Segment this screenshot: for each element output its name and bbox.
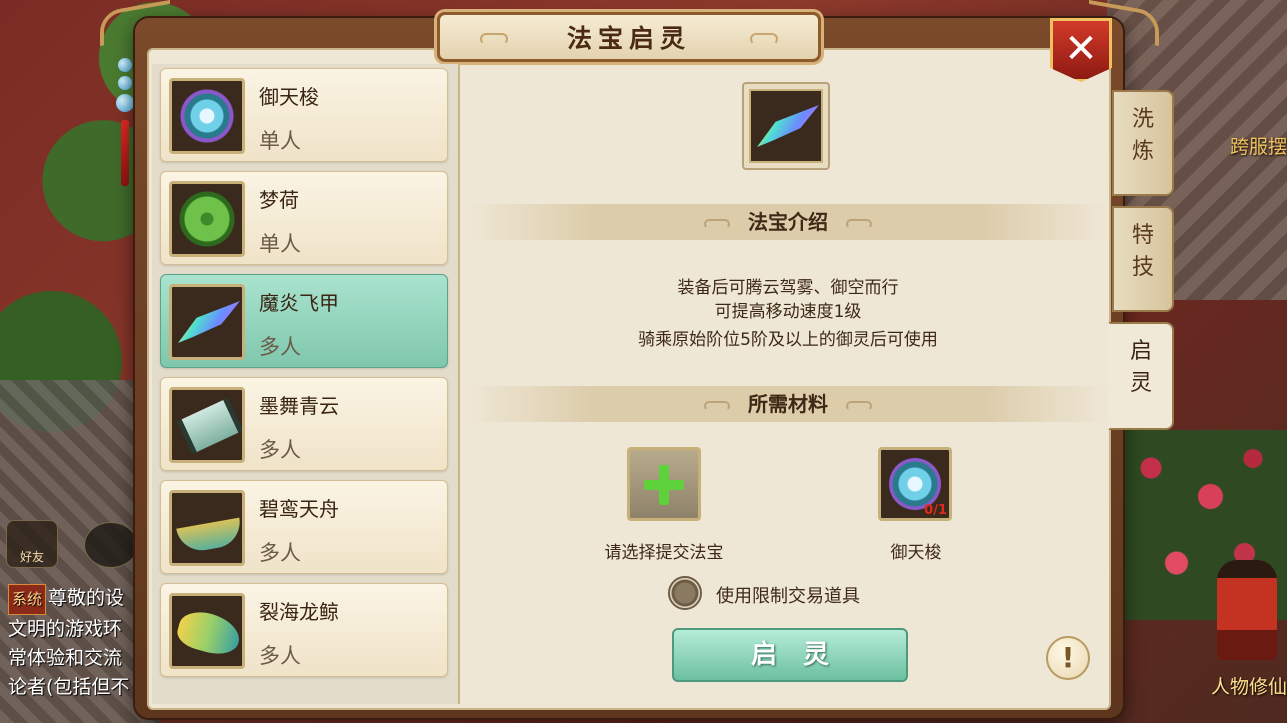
cloud-ornament-icon [480, 33, 508, 45]
artifact-kind: 多人 [259, 438, 301, 462]
submit-artifact-slot[interactable] [627, 447, 701, 521]
artifact-name: 魔炎飞甲 [259, 291, 339, 315]
artifact-name: 墨舞青云 [259, 394, 339, 418]
artifact-list[interactable]: 御天梭 单人 梦荷 单人 魔炎飞甲 多人 墨舞青云 多人 碧鸾天舟 多人 裂海龙… [152, 64, 460, 704]
intro-line: 装备后可腾云驾雾、御空而行 [677, 278, 899, 298]
chat-line: 常体验和交流 [8, 647, 123, 669]
artifact-name: 御天梭 [259, 85, 319, 109]
chat-log[interactable]: 系统 尊敬的设 文明的游戏环 常体验和交流 论者(包括但不 [8, 584, 148, 702]
star-disc-icon [169, 78, 245, 154]
info-icon[interactable]: ! [1046, 636, 1090, 680]
intro-header-text: 法宝介绍 [748, 210, 828, 234]
cross-server-label[interactable]: 跨服摆 [1230, 132, 1287, 159]
artifact-item[interactable]: 御天梭 单人 [160, 68, 448, 162]
artifact-detail: 法宝介绍 装备后可腾云驾雾、御空而行 可提高移动速度1级 骑乘原始阶位5阶及以上… [466, 64, 1110, 704]
intro-line: 骑乘原始阶位5阶及以上的御灵后可使用 [638, 330, 938, 350]
chat-line: 尊敬的设 [48, 587, 125, 609]
artifact-kind: 多人 [259, 335, 301, 359]
lotus-leaf-icon [169, 181, 245, 257]
phoenix-boat-icon [169, 490, 245, 566]
cloud-ornament-icon [750, 33, 778, 45]
tab-refine[interactable]: 洗炼 [1112, 90, 1174, 196]
submit-artifact-label: 请选择提交法宝 [604, 543, 724, 563]
tab-awaken[interactable]: 启灵 [1108, 322, 1174, 430]
artifact-kind: 多人 [259, 644, 301, 668]
artifact-kind: 单人 [259, 232, 301, 256]
artifact-name: 碧鸾天舟 [259, 497, 339, 521]
material-label: 御天梭 [890, 543, 942, 563]
selected-artifact-slot[interactable] [742, 82, 830, 170]
restricted-items-label[interactable]: 使用限制交易道具 [716, 582, 860, 608]
intro-header: 法宝介绍 [466, 204, 1110, 240]
artifact-item[interactable]: 碧鸾天舟 多人 [160, 480, 448, 574]
title-plaque: 法宝启灵 [437, 12, 821, 62]
cloud-scroll-icon [169, 387, 245, 463]
npc-character[interactable] [1217, 560, 1277, 660]
dragon-whale-icon [169, 593, 245, 669]
artifact-item[interactable]: 裂海龙鲸 多人 [160, 583, 448, 677]
artifact-kind: 单人 [259, 129, 301, 153]
flame-wing-icon [169, 284, 245, 360]
tab-skill[interactable]: 特技 [1112, 206, 1174, 312]
artifact-item-selected[interactable]: 魔炎飞甲 多人 [160, 274, 448, 368]
flame-wing-icon [749, 89, 823, 163]
restricted-items-radio[interactable] [668, 576, 702, 610]
chat-bubble-button[interactable] [84, 522, 138, 568]
chat-line: 文明的游戏环 [8, 618, 123, 640]
artifact-item[interactable]: 梦荷 单人 [160, 171, 448, 265]
character-upgrade-label[interactable]: 人物修仙 [1211, 672, 1287, 699]
chat-line: 论者(包括但不 [8, 676, 130, 698]
artifact-name: 梦荷 [259, 188, 299, 212]
material-slot[interactable]: 0/1 [878, 447, 952, 521]
materials-header: 所需材料 [466, 386, 1110, 422]
awaken-button[interactable]: 启灵 [672, 628, 908, 682]
friends-label: 好友 [19, 550, 44, 564]
material-count: 0/1 [924, 503, 947, 518]
artifact-item[interactable]: 墨舞青云 多人 [160, 377, 448, 471]
friends-button[interactable]: 好友 [6, 520, 58, 568]
system-tag: 系统 [8, 584, 47, 615]
intro-line: 可提高移动速度1级 [714, 302, 862, 322]
panel-title: 法宝启灵 [566, 24, 691, 53]
artifact-name: 裂海龙鲸 [259, 600, 339, 624]
artifact-kind: 多人 [259, 541, 301, 565]
materials-header-text: 所需材料 [748, 392, 828, 416]
